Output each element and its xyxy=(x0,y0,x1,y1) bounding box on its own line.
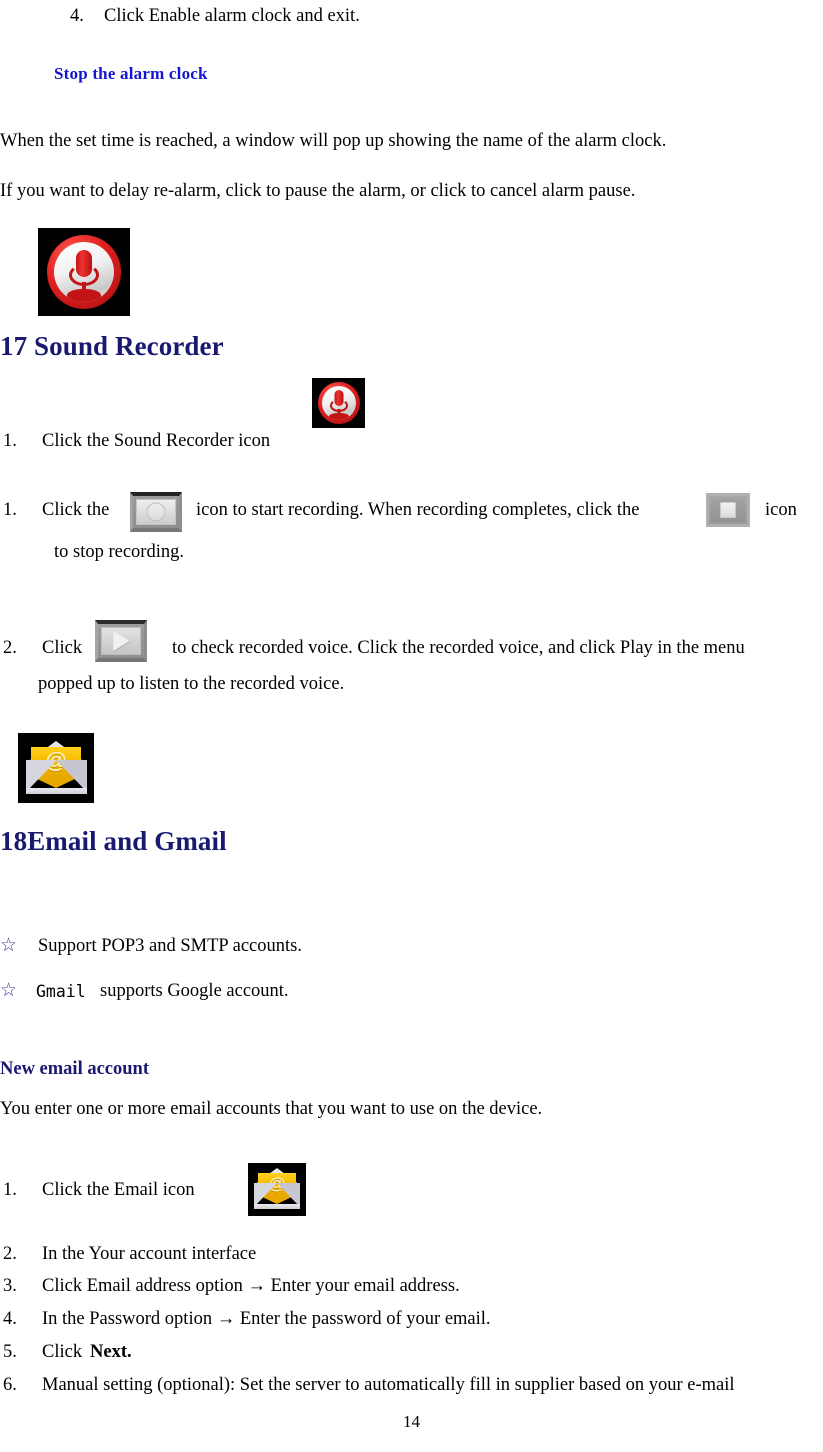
list-number: 6. xyxy=(3,1375,17,1395)
mic-disc xyxy=(54,242,114,302)
stop-button-icon xyxy=(706,493,750,527)
recorder-step1-text: Click the Sound Recorder icon xyxy=(42,431,271,451)
alarm-step4-text: Click Enable alarm clock and exit. xyxy=(104,6,360,26)
mic-base xyxy=(67,289,101,302)
email-step5-next-label: Next. xyxy=(90,1342,132,1362)
record-button-face xyxy=(136,499,176,525)
email-icon: @ xyxy=(18,733,94,803)
sound-recorder-heading: 17 Sound Recorder xyxy=(0,331,224,361)
list-number: 2. xyxy=(3,638,17,658)
list-number: 1. xyxy=(3,1180,17,1200)
play-button-icon xyxy=(95,620,147,662)
sound-recorder-icon-inline xyxy=(312,378,365,428)
list-number: 3. xyxy=(3,1276,17,1296)
list-number: 4. xyxy=(3,1309,17,1329)
gmail-label: Gmail xyxy=(36,982,86,1001)
alarm-paragraph-2: If you want to delay re-alarm, click to … xyxy=(0,181,636,201)
recorder-step3-text-cont: popped up to listen to the recorded voic… xyxy=(38,674,345,694)
envelope-bottom xyxy=(26,788,87,794)
envelope-bottom xyxy=(254,1204,300,1209)
stop-alarm-heading: Stop the alarm clock xyxy=(54,64,208,83)
list-number: 4. xyxy=(70,6,84,26)
recorder-step2-text-cont: to stop recording. xyxy=(54,542,184,562)
list-number: 1. xyxy=(3,431,17,451)
stop-square-icon xyxy=(720,502,736,518)
play-triangle-icon xyxy=(113,631,130,651)
recorder-step3-text-before: Click xyxy=(42,638,83,658)
email-icon-inline: @ xyxy=(248,1163,306,1216)
mic-ring xyxy=(47,235,121,309)
email-step6-text: Manual setting (optional): Set the serve… xyxy=(42,1375,735,1395)
page-number: 14 xyxy=(403,1412,420,1431)
document-page: 4. Click Enable alarm clock and exit. St… xyxy=(0,0,823,1452)
email-intro-paragraph: You enter one or more email accounts tha… xyxy=(0,1099,543,1119)
record-dot-icon xyxy=(146,502,166,522)
email-step4-text: In the Password option → Enter the passw… xyxy=(42,1309,491,1329)
list-number: 1. xyxy=(3,500,17,520)
sound-recorder-icon xyxy=(38,228,130,316)
mic-base xyxy=(328,413,349,420)
email-step5-text: Click xyxy=(42,1342,83,1362)
email-gmail-heading: 18Email and Gmail xyxy=(0,826,227,856)
bullet-star-icon: ☆ xyxy=(0,980,18,1001)
mic-disc xyxy=(321,386,356,420)
email-bullet-1-text: Support POP3 and SMTP accounts. xyxy=(38,936,302,956)
new-email-account-heading: New email account xyxy=(0,1059,149,1079)
list-number: 2. xyxy=(3,1244,17,1264)
email-step2-text: In the Your account interface xyxy=(42,1244,257,1264)
recorder-step3-text-after: to check recorded voice. Click the recor… xyxy=(172,638,745,658)
email-step3-text: Click Email address option → Enter your … xyxy=(42,1276,460,1296)
recorder-step2-text-after: icon xyxy=(765,500,797,520)
recorder-step2-text-mid: icon to start recording. When recording … xyxy=(196,500,640,520)
play-button-face xyxy=(101,627,141,655)
email-step1-text: Click the Email icon xyxy=(42,1180,195,1200)
recorder-step2-text-before: Click the xyxy=(42,500,110,520)
bullet-star-icon: ☆ xyxy=(0,935,18,956)
record-button-icon xyxy=(130,492,182,532)
mic-ring xyxy=(317,382,360,424)
stop-button-face xyxy=(711,498,745,522)
alarm-paragraph-1: When the set time is reached, a window w… xyxy=(0,131,667,151)
email-bullet-2-text: supports Google account. xyxy=(100,981,289,1001)
list-number: 5. xyxy=(3,1342,17,1362)
